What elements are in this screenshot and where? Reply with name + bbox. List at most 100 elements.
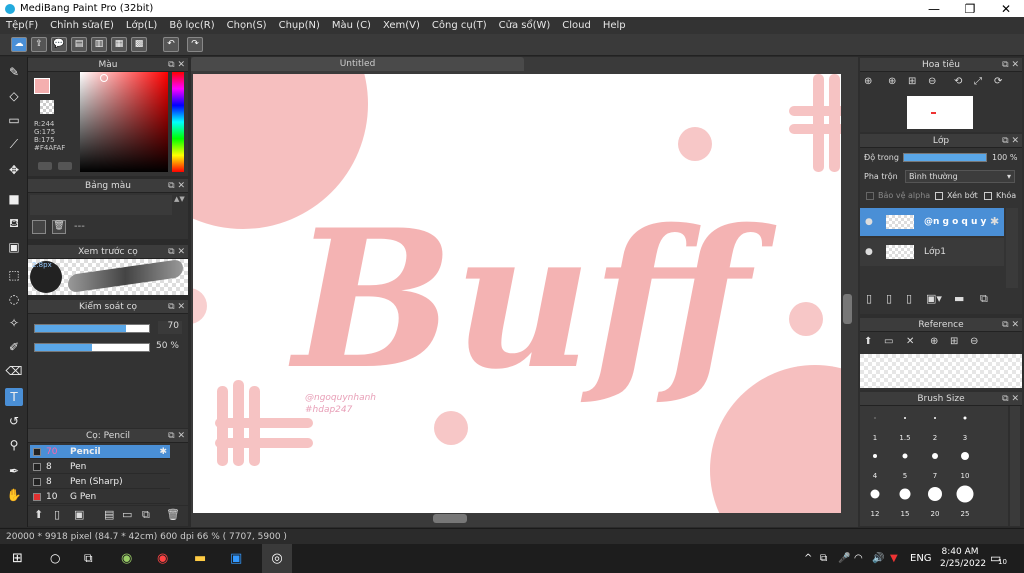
layer-scrollbar[interactable] bbox=[1006, 208, 1018, 288]
select-rect-icon[interactable]: ⬚ bbox=[5, 266, 23, 284]
layer-visibility-icon[interactable]: ● bbox=[865, 208, 873, 236]
brush-size-cell[interactable]: 20 bbox=[921, 487, 949, 518]
grid-icon[interactable]: ▦ bbox=[111, 37, 127, 52]
line-tool-icon[interactable]: ⟋ bbox=[5, 135, 23, 153]
select-eraser-icon[interactable]: ⌫ bbox=[5, 362, 23, 380]
reference-zoom-in-icon[interactable]: ⊕ bbox=[930, 336, 938, 347]
brush-tool-icon[interactable]: ✎ bbox=[5, 63, 23, 81]
new-layer-icon[interactable]: ▯ bbox=[866, 292, 872, 305]
brush-size-cell[interactable]: 2 bbox=[921, 412, 949, 442]
app-icon-green[interactable]: ◉ bbox=[121, 544, 132, 573]
brush-copy-icon[interactable]: ⧉ bbox=[142, 508, 150, 522]
reference-close-icon[interactable]: ✕ bbox=[906, 336, 914, 347]
zoom-out-icon[interactable]: ⊖ bbox=[928, 76, 936, 87]
brush-item-pen-sharp[interactable]: 8 Pen (Sharp) bbox=[30, 475, 170, 489]
text-tool-icon[interactable]: T bbox=[5, 388, 23, 406]
delete-palette-icon[interactable]: 🗑 bbox=[52, 220, 66, 234]
canvas-vscroll[interactable] bbox=[843, 74, 852, 513]
brush-item-pencil[interactable]: 70 Pencil ✱ bbox=[30, 445, 170, 459]
brush-size-cell[interactable]: 10 bbox=[951, 450, 979, 480]
brush-size-slider[interactable] bbox=[34, 324, 150, 333]
brush-opacity-slider[interactable] bbox=[34, 343, 150, 352]
layer-opacity-slider[interactable] bbox=[903, 153, 987, 162]
background-color-swatch[interactable] bbox=[40, 100, 54, 114]
magic-wand-icon[interactable]: ✧ bbox=[5, 314, 23, 332]
minimize-button[interactable]: — bbox=[916, 2, 952, 16]
upload-icon[interactable]: ⇪ bbox=[31, 37, 47, 52]
brush-size-cell[interactable]: 4 bbox=[861, 450, 889, 480]
new-palette-icon[interactable] bbox=[32, 220, 46, 234]
reference-view[interactable] bbox=[860, 354, 1022, 388]
menu-tools[interactable]: Công cụ(T) bbox=[432, 20, 487, 31]
microphone-icon[interactable]: 🎤 bbox=[838, 544, 850, 573]
add-layer-menu-icon[interactable]: ▣▾ bbox=[926, 292, 942, 305]
antivirus-icon[interactable]: ▼ bbox=[890, 544, 898, 573]
redo-icon[interactable]: ↷ bbox=[187, 37, 203, 52]
zoom-in-icon[interactable]: ⊕ bbox=[864, 76, 872, 87]
comment-icon[interactable]: 💬 bbox=[51, 37, 67, 52]
reference-zoom-out-icon[interactable]: ⊖ bbox=[970, 336, 978, 347]
brush-size-cell[interactable]: 1.5 bbox=[891, 412, 919, 442]
canvas-vscroll-thumb[interactable] bbox=[843, 294, 852, 324]
panel-close-icon[interactable]: ⧉ ✕ bbox=[168, 58, 185, 72]
volume-icon[interactable]: 🔊 bbox=[872, 544, 884, 573]
speech-icon[interactable]: ▤ bbox=[71, 37, 87, 52]
new-layer-8bit-icon[interactable]: ▯ bbox=[906, 292, 912, 305]
undo-icon[interactable]: ↶ bbox=[163, 37, 179, 52]
panel-close-icon[interactable]: ⧉ ✕ bbox=[1002, 392, 1019, 406]
flip-icon[interactable]: ⤢ bbox=[974, 76, 982, 87]
fill-rect-icon[interactable]: ■ bbox=[5, 190, 23, 208]
swap-color-icon[interactable] bbox=[58, 162, 72, 170]
menu-color[interactable]: Màu (C) bbox=[332, 20, 371, 31]
foreground-color-swatch[interactable] bbox=[34, 78, 50, 94]
brush-size-cell[interactable]: 25 bbox=[951, 485, 979, 518]
drawing-canvas[interactable]: Buff @ngoquynhanh #hdap247 bbox=[193, 74, 841, 513]
panel-close-icon[interactable]: ⧉ ✕ bbox=[168, 179, 185, 193]
panel-close-icon[interactable]: ⧉ ✕ bbox=[1002, 318, 1019, 332]
layer-folder-icon[interactable]: ▬ bbox=[954, 292, 964, 305]
delete-brush-icon[interactable]: 🗑 bbox=[166, 508, 180, 521]
hand-tool-icon[interactable]: ✋ bbox=[5, 486, 23, 504]
brush-size-value[interactable]: 70 bbox=[158, 321, 182, 334]
rotate-left-icon[interactable]: ⟲ bbox=[954, 76, 962, 87]
brush-size-cell[interactable]: 7 bbox=[921, 450, 949, 480]
menu-file[interactable]: Tệp(F) bbox=[6, 20, 38, 31]
navigator-thumbnail[interactable] bbox=[907, 96, 973, 129]
menu-window[interactable]: Cửa sổ(W) bbox=[499, 20, 551, 31]
page-icon[interactable]: ▥ bbox=[91, 37, 107, 52]
brush-props-icon[interactable]: ▤ bbox=[104, 508, 114, 521]
protect-alpha-checkbox[interactable] bbox=[866, 192, 874, 200]
panel-close-icon[interactable]: ⧉ ✕ bbox=[168, 245, 185, 259]
wifi-icon[interactable]: ◠ bbox=[854, 544, 863, 573]
saturation-value-picker[interactable] bbox=[80, 72, 168, 172]
layer-item-text[interactable]: ● @n g o q u y ✱ bbox=[860, 208, 1004, 236]
windows-start-icon[interactable]: ⊞ bbox=[12, 544, 23, 573]
add-brush-icon[interactable]: ▣ bbox=[74, 508, 84, 521]
canvas-tab[interactable]: Untitled bbox=[191, 57, 524, 71]
bucket-tool-icon[interactable]: ⛾ bbox=[5, 214, 23, 232]
brush-item-pen[interactable]: 8 Pen bbox=[30, 460, 170, 474]
task-view-icon[interactable]: ⧉ bbox=[84, 544, 93, 573]
menu-cloud[interactable]: Cloud bbox=[562, 20, 591, 31]
panel-close-icon[interactable]: ⧉ ✕ bbox=[168, 300, 185, 314]
canvas-hscroll-thumb[interactable] bbox=[433, 514, 467, 523]
brush-size-cell[interactable]: 5 bbox=[891, 450, 919, 480]
zoom-icon[interactable]: ▣ bbox=[230, 544, 242, 573]
select-pen-icon[interactable]: ✐ bbox=[5, 338, 23, 356]
panel-close-icon[interactable]: ⧉ ✕ bbox=[168, 429, 185, 443]
rotate-right-icon[interactable]: ⟳ bbox=[994, 76, 1002, 87]
hue-slider[interactable] bbox=[172, 72, 184, 172]
language-indicator[interactable]: ENG bbox=[910, 544, 932, 573]
brush-size-scrollbar[interactable] bbox=[1010, 406, 1020, 526]
brush-size-cell[interactable]: 1 bbox=[861, 412, 889, 442]
lasso-tool-icon[interactable]: ◌ bbox=[5, 290, 23, 308]
layout-icon[interactable]: ▩ bbox=[131, 37, 147, 52]
tray-chevron-icon[interactable]: ^ bbox=[804, 544, 812, 573]
menu-filter[interactable]: Bộ lọc(R) bbox=[169, 20, 214, 31]
layer-visibility-icon[interactable]: ● bbox=[865, 238, 873, 266]
fit-icon[interactable]: ⊞ bbox=[908, 76, 916, 87]
new-halftone-layer-icon[interactable]: ▯ bbox=[886, 292, 892, 305]
reference-fit-icon[interactable]: ⊞ bbox=[950, 336, 958, 347]
cloud-brush-icon[interactable]: ⬆ bbox=[34, 508, 43, 521]
panel-close-icon[interactable]: ⧉ ✕ bbox=[1002, 58, 1019, 72]
